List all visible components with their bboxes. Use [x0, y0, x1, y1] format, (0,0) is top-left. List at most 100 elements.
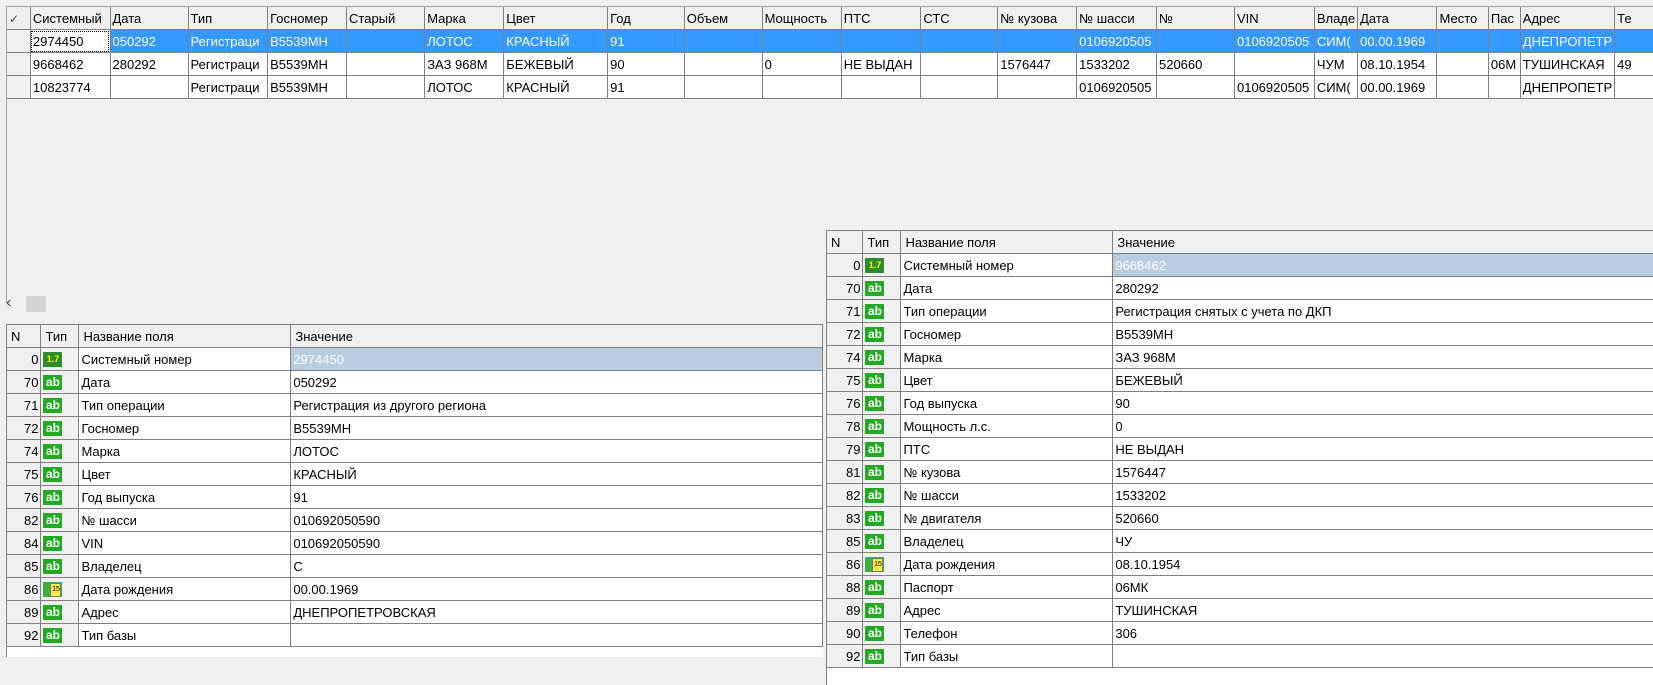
field-value[interactable]: 08.10.1954: [1112, 552, 1653, 576]
table-cell[interactable]: [1436, 29, 1489, 53]
table-cell[interactable]: [920, 75, 999, 99]
field-row[interactable]: 0 1.7 Системный номер 9668462: [827, 253, 1653, 277]
field-value[interactable]: 9668462: [1112, 253, 1653, 277]
column-header[interactable]: Объем: [684, 7, 763, 30]
table-cell[interactable]: КРАСНЫЙ: [503, 29, 609, 53]
table-cell[interactable]: [762, 75, 842, 99]
column-header[interactable]: Пас: [1488, 7, 1521, 30]
col-type[interactable]: Тип: [862, 231, 902, 254]
field-row[interactable]: 82 ab № шасси 010692050590: [7, 508, 823, 532]
field-row[interactable]: 71 ab Тип операции Регистрация снятых с уче…: [827, 299, 1653, 323]
table-cell[interactable]: [1156, 75, 1235, 99]
table-cell[interactable]: [841, 29, 922, 53]
field-row[interactable]: 75 ab Цвет БЕЖЕВЫЙ: [827, 368, 1653, 392]
field-value[interactable]: 010692050590: [290, 531, 823, 555]
table-cell[interactable]: ЧУМ: [1314, 52, 1359, 76]
col-type[interactable]: Тип: [40, 325, 80, 348]
field-value[interactable]: ЗАЗ 968М: [1112, 345, 1653, 369]
table-cell[interactable]: 9668462: [30, 52, 111, 76]
table-cell[interactable]: [684, 52, 763, 76]
table-cell[interactable]: БЕЖЕВЫЙ: [503, 52, 609, 76]
table-cell[interactable]: 050292: [110, 29, 189, 53]
col-n[interactable]: N: [827, 231, 864, 254]
table-cell[interactable]: 00.00.1969: [1357, 29, 1438, 53]
table-cell[interactable]: ДНЕПРОПЕТР: [1520, 29, 1616, 53]
field-row[interactable]: 76 ab Год выпуска 90: [827, 391, 1653, 415]
field-value[interactable]: 06МК: [1112, 575, 1653, 599]
field-row[interactable]: 72 ab Госномер В5539МН: [827, 322, 1653, 346]
row-indicator[interactable]: [7, 52, 31, 76]
field-value[interactable]: В5539МН: [290, 416, 823, 440]
field-value[interactable]: 90: [1112, 391, 1653, 415]
table-cell[interactable]: [346, 52, 426, 76]
table-cell[interactable]: 91: [607, 29, 685, 53]
field-row[interactable]: 76 ab Год выпуска 91: [7, 485, 823, 509]
field-row[interactable]: 74 ab Марка ЛОТОС: [7, 439, 823, 463]
select-all-checkbox[interactable]: ✓: [7, 7, 31, 30]
field-row[interactable]: 0 1.7 Системный номер 2974450: [7, 347, 823, 371]
table-cell[interactable]: 1533202: [1076, 52, 1157, 76]
field-value[interactable]: С: [290, 554, 823, 578]
table-cell[interactable]: 280292: [110, 52, 189, 76]
field-value[interactable]: НЕ ВЫДАН: [1112, 437, 1653, 461]
table-cell[interactable]: 0106920505: [1076, 75, 1157, 99]
table-cell[interactable]: 0106920505: [1076, 29, 1157, 53]
field-value[interactable]: ЛОТОС: [290, 439, 823, 463]
column-header[interactable]: СТС: [920, 7, 999, 30]
table-cell[interactable]: [684, 75, 763, 99]
column-header[interactable]: Марка: [424, 7, 505, 30]
field-value[interactable]: 306: [1112, 621, 1653, 645]
table-cell[interactable]: 49: [1614, 52, 1653, 76]
column-header[interactable]: № шасси: [1076, 7, 1157, 30]
table-cell[interactable]: [1156, 29, 1235, 53]
field-value[interactable]: Регистрация снятых с учета по ДКП: [1112, 299, 1653, 323]
field-value[interactable]: ТУШИНСКАЯ: [1112, 598, 1653, 622]
table-cell[interactable]: ЛОТОС: [424, 75, 505, 99]
field-value[interactable]: 00.00.1969: [290, 577, 823, 601]
column-header[interactable]: Те: [1614, 7, 1653, 30]
table-cell[interactable]: [684, 29, 763, 53]
field-row[interactable]: 82 ab № шасси 1533202: [827, 483, 1653, 507]
column-header[interactable]: Владе: [1314, 7, 1359, 30]
col-field-name[interactable]: Название поля: [900, 231, 1114, 254]
table-cell[interactable]: Регистраци: [188, 29, 269, 53]
table-cell[interactable]: ЛОТОС: [424, 29, 505, 53]
field-row[interactable]: 75 ab Цвет КРАСНЫЙ: [7, 462, 823, 486]
field-value[interactable]: В5539МН: [1112, 322, 1653, 346]
field-row[interactable]: 74 ab Марка ЗАЗ 968М: [827, 345, 1653, 369]
table-row[interactable]: 10823774 Регистраци В5539МН ЛОТОС КРАСНЫЙ 91 0…: [7, 75, 1653, 99]
field-row[interactable]: 71 ab Тип операции Регистрация из другого р…: [7, 393, 823, 417]
field-row[interactable]: 81 ab № кузова 1576447: [827, 460, 1653, 484]
table-cell[interactable]: В5539МН: [267, 29, 348, 53]
table-cell[interactable]: В5539МН: [267, 75, 348, 99]
column-header[interactable]: ПТС: [841, 7, 922, 30]
table-cell[interactable]: [1234, 52, 1315, 76]
table-cell[interactable]: СИМ(: [1314, 75, 1359, 99]
table-cell[interactable]: [346, 75, 426, 99]
col-value[interactable]: Значение: [1112, 231, 1653, 254]
table-cell[interactable]: [1614, 29, 1653, 53]
field-value[interactable]: 0: [1112, 414, 1653, 438]
field-value[interactable]: 050292: [290, 370, 823, 394]
field-row[interactable]: 85 ab Владелец С: [7, 554, 823, 578]
field-row[interactable]: 72 ab Госномер В5539МН: [7, 416, 823, 440]
field-value[interactable]: 2974450: [290, 347, 823, 371]
col-value[interactable]: Значение: [290, 325, 823, 348]
table-cell[interactable]: ЗАЗ 968М: [424, 52, 505, 76]
col-field-name[interactable]: Название поля: [78, 325, 292, 348]
column-header[interactable]: Мощность: [762, 7, 842, 30]
field-value[interactable]: ДНЕПРОПЕТРОВСКАЯ: [290, 600, 823, 624]
field-value[interactable]: 1576447: [1112, 460, 1653, 484]
table-cell[interactable]: [1614, 75, 1653, 99]
field-row[interactable]: 89 ab Адрес ДНЕПРОПЕТРОВСКАЯ: [7, 600, 823, 624]
table-cell[interactable]: 10823774: [30, 75, 111, 99]
table-cell[interactable]: Регистраци: [188, 52, 269, 76]
column-header[interactable]: Год: [607, 7, 685, 30]
table-cell[interactable]: 520660: [1156, 52, 1235, 76]
table-cell[interactable]: В5539МН: [267, 52, 348, 76]
table-cell[interactable]: ДНЕПРОПЕТР: [1520, 75, 1616, 99]
table-cell[interactable]: [1488, 75, 1521, 99]
table-cell[interactable]: КРАСНЫЙ: [503, 75, 609, 99]
field-value[interactable]: БЕЖЕВЫЙ: [1112, 368, 1653, 392]
field-value[interactable]: 520660: [1112, 506, 1653, 530]
